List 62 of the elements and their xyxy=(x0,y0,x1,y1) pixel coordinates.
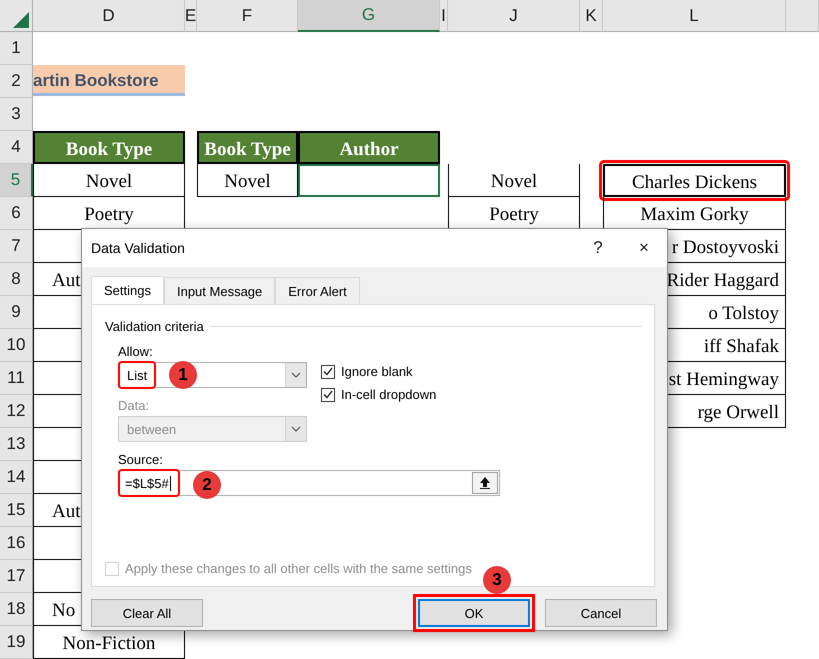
row-header[interactable]: 8 xyxy=(0,263,33,296)
allow-dropdown[interactable]: List 1 xyxy=(118,362,307,388)
checkbox[interactable] xyxy=(321,364,335,378)
field-label: Data: xyxy=(118,398,150,413)
chevron-icon xyxy=(291,372,301,378)
upload-icon[interactable] xyxy=(480,477,490,489)
dialog-title: Data Validation xyxy=(91,240,186,256)
row-header[interactable]: 9 xyxy=(0,296,33,329)
row-header[interactable]: 11 xyxy=(0,362,33,395)
check-icon xyxy=(323,367,333,376)
row-header[interactable]: 13 xyxy=(0,428,33,461)
check-icon xyxy=(323,390,333,399)
tab[interactable]: Error Alert xyxy=(275,277,360,304)
field-label: Allow: xyxy=(118,344,154,359)
table-cell: Novel xyxy=(448,164,580,197)
row-header[interactable]: 12 xyxy=(0,395,33,428)
column-header[interactable]: E xyxy=(185,0,197,32)
row-header[interactable]: 3 xyxy=(0,98,33,131)
row-header[interactable]: 16 xyxy=(0,527,33,560)
table-cell: Novel xyxy=(197,164,298,197)
column-header[interactable]: L xyxy=(603,0,786,32)
step-badge: 2 xyxy=(193,471,221,499)
row-header[interactable]: 5 xyxy=(0,164,33,197)
column-header[interactable]: I xyxy=(440,0,448,32)
column-header[interactable]: K xyxy=(580,0,603,32)
checkbox[interactable] xyxy=(321,388,335,402)
column-header[interactable]: G xyxy=(298,0,440,32)
checkbox-label: In-cell dropdown xyxy=(341,387,436,402)
checkbox-label: Apply these changes to all other cells with the same settings xyxy=(125,561,472,576)
dialog-button[interactable]: Clear All xyxy=(91,599,203,627)
column-header-cell: Author xyxy=(298,131,440,164)
row-header[interactable]: 4 xyxy=(0,131,33,164)
row-header[interactable]: 18 xyxy=(0,593,33,626)
row-header[interactable]: 15 xyxy=(0,494,33,527)
group-title: Validation criteria xyxy=(105,319,204,334)
row-header[interactable]: 1 xyxy=(0,32,33,65)
tab[interactable]: Input Message xyxy=(164,277,276,304)
table-cell: Novel xyxy=(33,164,185,197)
row-header[interactable]: 7 xyxy=(0,230,33,263)
column-header-cell: Book Type xyxy=(197,131,298,164)
dropdown-value: List xyxy=(119,362,156,388)
row-header[interactable]: 2 xyxy=(0,65,33,98)
step-badge: 1 xyxy=(169,361,197,389)
dialog-button[interactable]: Cancel xyxy=(545,599,657,627)
title-cell: artin Bookstore xyxy=(33,65,185,96)
field-label: Source: xyxy=(118,452,164,467)
row-header[interactable]: 10 xyxy=(0,329,33,362)
row-header[interactable]: 19 xyxy=(0,626,33,659)
source-field[interactable]: =$L$5# 2 xyxy=(118,470,500,496)
tab[interactable]: Settings xyxy=(91,276,164,305)
column-header[interactable]: D xyxy=(33,0,185,32)
select-all-icon[interactable] xyxy=(13,12,29,28)
checkbox-label: Ignore blank xyxy=(341,364,413,379)
column-header[interactable]: F xyxy=(197,0,298,32)
row-header[interactable]: 17 xyxy=(0,560,33,593)
close-button[interactable]: × xyxy=(621,237,667,259)
chevron-icon xyxy=(291,426,301,432)
row-header[interactable]: 14 xyxy=(0,461,33,494)
column-header-cell: Book Type xyxy=(33,131,185,164)
row-header[interactable]: 6 xyxy=(0,197,33,230)
column-header[interactable]: J xyxy=(448,0,580,32)
step-badge: 3 xyxy=(483,566,511,594)
